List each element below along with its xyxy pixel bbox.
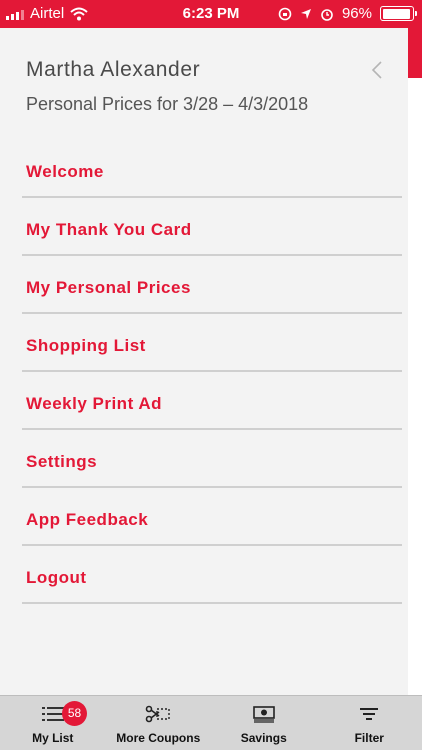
tab-label: My List bbox=[32, 731, 74, 745]
alarm-icon bbox=[321, 8, 333, 21]
status-right: 96% bbox=[278, 5, 417, 22]
tab-my-list[interactable]: 58 My List bbox=[0, 696, 106, 750]
battery-percent: 96% bbox=[341, 5, 372, 22]
navigation-drawer: Martha Alexander Personal Prices for 3/2… bbox=[0, 28, 408, 695]
menu-item-app-feedback[interactable]: App Feedback bbox=[22, 488, 402, 546]
menu-item-shopping-list[interactable]: Shopping List bbox=[22, 314, 402, 372]
battery-icon bbox=[380, 6, 417, 21]
underlying-page bbox=[408, 28, 422, 695]
menu-item-welcome[interactable]: Welcome bbox=[22, 140, 402, 198]
tab-label: Filter bbox=[354, 731, 384, 745]
tab-bar: 58 My List More Coupons Savings Filter bbox=[0, 695, 422, 750]
price-period: Personal Prices for 3/28 – 4/3/2018 bbox=[26, 94, 309, 114]
tab-filter[interactable]: Filter bbox=[317, 696, 422, 750]
tab-label: More Coupons bbox=[116, 731, 201, 745]
location-icon bbox=[300, 8, 311, 19]
menu-item-personal-prices[interactable]: My Personal Prices bbox=[22, 256, 402, 314]
chevron-left-icon[interactable] bbox=[370, 60, 384, 80]
tab-savings[interactable]: Savings bbox=[211, 696, 317, 750]
menu-item-settings[interactable]: Settings bbox=[22, 430, 402, 488]
tab-label: Savings bbox=[240, 731, 287, 745]
screen-lock-icon bbox=[278, 7, 292, 20]
filter-icon bbox=[360, 708, 379, 720]
drawer-menu: Welcome My Thank You Card My Personal Pr… bbox=[22, 140, 402, 604]
menu-item-thank-you-card[interactable]: My Thank You Card bbox=[22, 198, 402, 256]
status-bar: Airtel 6:23 PM 96% bbox=[0, 0, 422, 28]
menu-item-logout[interactable]: Logout bbox=[22, 546, 402, 604]
tab-more-coupons[interactable]: More Coupons bbox=[106, 696, 212, 750]
user-name: Martha Alexander bbox=[26, 58, 201, 81]
scissors-coupon-icon bbox=[145, 705, 170, 723]
drawer-header: Martha Alexander Personal Prices for 3/2… bbox=[26, 58, 308, 115]
money-icon bbox=[252, 706, 275, 723]
menu-item-weekly-print-ad[interactable]: Weekly Print Ad bbox=[22, 372, 402, 430]
list-count-badge: 58 bbox=[62, 701, 87, 726]
